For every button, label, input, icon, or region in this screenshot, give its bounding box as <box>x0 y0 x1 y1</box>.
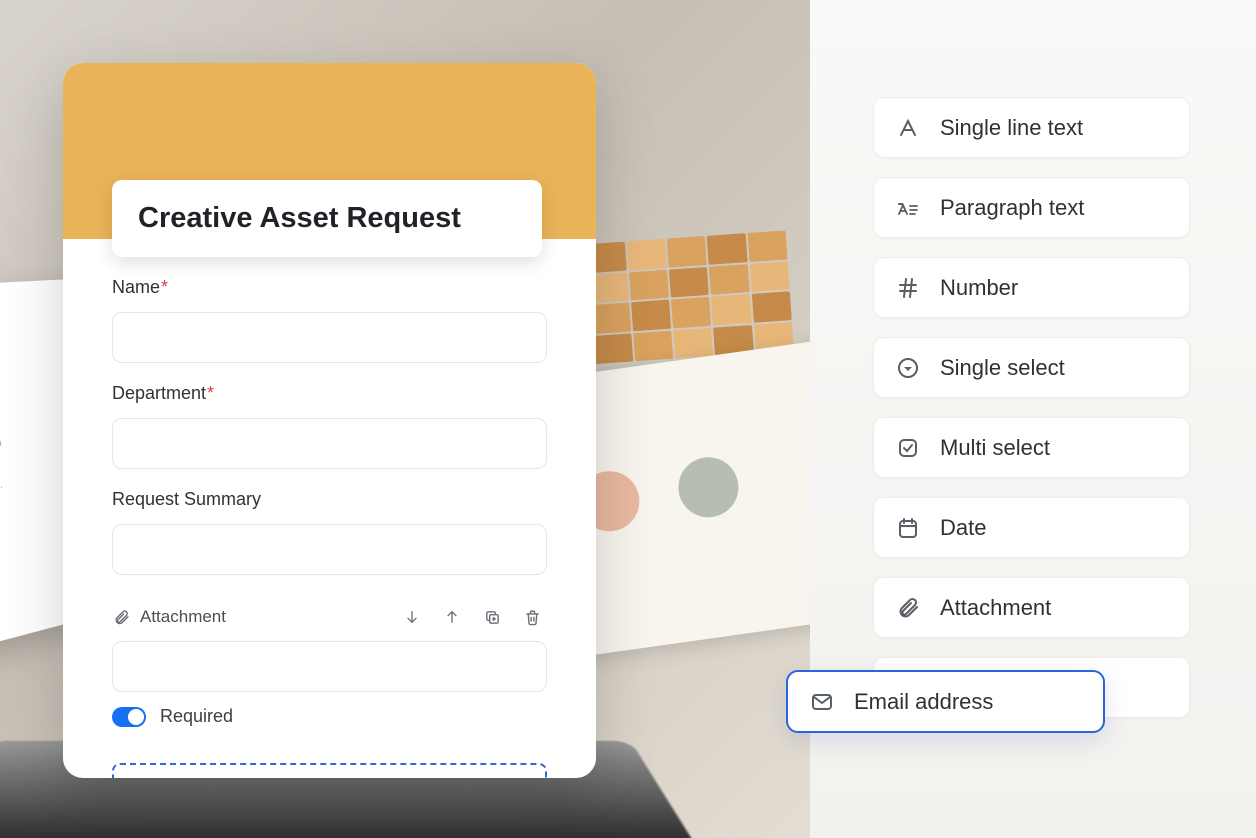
required-star: * <box>161 277 168 297</box>
paragraph-icon <box>896 196 920 220</box>
required-toggle[interactable] <box>112 707 146 727</box>
attachment-icon <box>896 596 920 620</box>
required-label: Required <box>160 706 233 727</box>
field-drop-zone[interactable] <box>112 763 547 778</box>
attachment-label-group: Attachment <box>112 607 226 627</box>
request-summary-input[interactable] <box>112 524 547 575</box>
delete-icon[interactable] <box>523 608 541 626</box>
field-type-paragraph-text[interactable]: Paragraph text <box>873 177 1190 238</box>
field-type-label: Paragraph text <box>940 195 1084 221</box>
field-type-label: Attachment <box>940 595 1051 621</box>
field-type-label: Single select <box>940 355 1065 381</box>
required-star: * <box>207 383 214 403</box>
hash-icon <box>896 276 920 300</box>
field-type-date[interactable]: Date <box>873 497 1190 558</box>
field-type-label: Number <box>940 275 1018 301</box>
department-input[interactable] <box>112 418 547 469</box>
field-type-label: Date <box>940 515 986 541</box>
field-label: Request Summary <box>112 489 547 510</box>
form-body: Name* Department* Request Summary Attach… <box>112 277 547 778</box>
text-icon <box>896 116 920 140</box>
field-type-label: Single line text <box>940 115 1083 141</box>
field-type-label: Multi select <box>940 435 1050 461</box>
field-type-attachment[interactable]: Attachment <box>873 577 1190 638</box>
multi-select-icon <box>896 436 920 460</box>
move-up-icon[interactable] <box>443 608 461 626</box>
field-types-panel: Single line text Paragraph text Number S… <box>873 97 1190 638</box>
field-request-summary: Request Summary <box>112 489 547 575</box>
field-label: Department* <box>112 383 547 404</box>
form-builder-card: Creative Asset Request Name* Department*… <box>63 63 596 778</box>
attachment-input[interactable] <box>112 641 547 692</box>
paperclip-icon <box>112 608 130 626</box>
field-type-single-line-text[interactable]: Single line text <box>873 97 1190 158</box>
required-toggle-row: Required <box>112 706 547 727</box>
field-type-single-select[interactable]: Single select <box>873 337 1190 398</box>
move-down-icon[interactable] <box>403 608 421 626</box>
toggle-knob <box>128 709 144 725</box>
field-type-multi-select[interactable]: Multi select <box>873 417 1190 478</box>
email-icon <box>810 690 834 714</box>
attachment-actions <box>403 608 547 626</box>
duplicate-icon[interactable] <box>483 608 501 626</box>
calendar-icon <box>896 516 920 540</box>
name-input[interactable] <box>112 312 547 363</box>
form-title: Creative Asset Request <box>138 202 461 235</box>
attachment-field-header: Attachment <box>112 607 547 627</box>
field-department: Department* <box>112 383 547 469</box>
single-select-icon <box>896 356 920 380</box>
field-type-label: Email address <box>854 689 993 715</box>
field-type-number[interactable]: Number <box>873 257 1190 318</box>
field-name: Name* <box>112 277 547 363</box>
field-label: Name* <box>112 277 547 298</box>
field-type-email-dragging[interactable]: Email address <box>786 670 1105 733</box>
form-title-container[interactable]: Creative Asset Request <box>112 180 542 257</box>
attachment-label: Attachment <box>140 607 226 627</box>
